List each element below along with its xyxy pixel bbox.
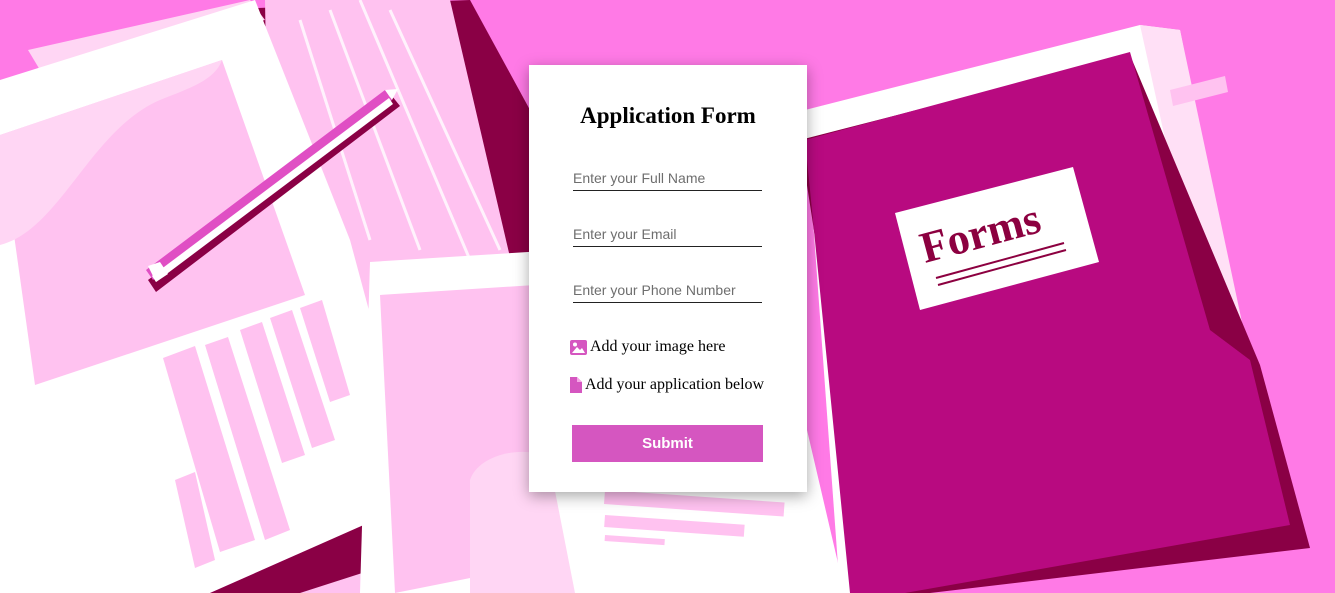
application-form-card: Application Form Add your image here Add… — [529, 65, 807, 492]
image-upload[interactable]: Add your image here — [570, 338, 726, 356]
image-icon — [570, 339, 587, 355]
email-input[interactable] — [573, 222, 762, 247]
full-name-input[interactable] — [573, 166, 762, 191]
file-icon — [570, 377, 582, 393]
submit-button[interactable]: Submit — [572, 425, 763, 462]
form-title: Application Form — [580, 103, 756, 128]
phone-input[interactable] — [573, 278, 762, 303]
application-upload-label: Add your application below — [585, 376, 765, 393]
application-upload[interactable]: Add your application below — [570, 376, 764, 394]
image-upload-label: Add your image here — [590, 338, 726, 355]
